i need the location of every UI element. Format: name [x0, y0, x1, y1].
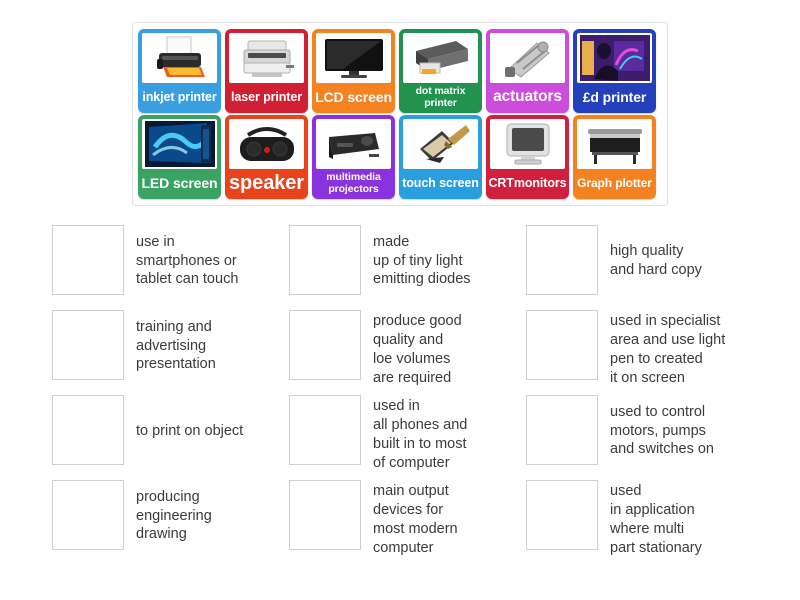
- answer-cell-2: made up of tiny light emitting diodes: [289, 220, 526, 305]
- tile-label: speaker: [229, 172, 304, 194]
- drop-zone[interactable]: [289, 395, 361, 465]
- tile-label: multimedia projectors: [326, 171, 381, 195]
- tile-multimedia-projectors[interactable]: multimedia projectors: [312, 115, 395, 199]
- tile-dot-matrix-printer[interactable]: dot matrix printer: [399, 29, 482, 113]
- drop-zone[interactable]: [289, 480, 361, 550]
- drop-zone[interactable]: [52, 480, 124, 550]
- tile-label: £d printer: [582, 89, 647, 106]
- tile-laser-printer[interactable]: laser printer: [225, 29, 308, 113]
- tile-led-screen[interactable]: LED screen: [138, 115, 221, 199]
- answer-label: to print on object: [136, 422, 244, 439]
- tile-row-2: LED screen speaker multimedia projectors…: [138, 115, 662, 199]
- led-screen-icon: [142, 119, 217, 169]
- answer-cell-12: used in application where multi part sta…: [526, 475, 752, 560]
- tile-row-1: inkjet printer laser printer LCD screen …: [138, 29, 662, 113]
- graph-plotter-icon: [577, 119, 652, 169]
- tile-label: Graph plotter: [577, 176, 652, 191]
- answer-cell-9: used to control motors, pumps and switch…: [526, 390, 752, 475]
- actuator-icon: [490, 33, 565, 83]
- draggable-tile-bank: inkjet printer laser printer LCD screen …: [132, 22, 668, 206]
- tile-label: LED screen: [141, 175, 218, 192]
- answer-label: used to control motors, pumps and switch…: [610, 403, 714, 458]
- tile-inkjet-printer[interactable]: inkjet printer: [138, 29, 221, 113]
- 3d-printer-icon: [577, 33, 652, 83]
- drop-zone[interactable]: [526, 480, 598, 550]
- laser-printer-icon: [229, 33, 304, 83]
- touch-screen-icon: [403, 119, 478, 169]
- drop-zone[interactable]: [289, 310, 361, 380]
- answer-label: high quality and hard copy: [610, 243, 702, 278]
- tile-label: actuators: [493, 88, 562, 106]
- tile-actuators[interactable]: actuators: [486, 29, 569, 113]
- tile-crt-monitors[interactable]: CRTmonitors: [486, 115, 569, 199]
- drop-zone[interactable]: [52, 310, 124, 380]
- tile-label: CRTmonitors: [488, 175, 567, 190]
- answer-cell-11: main output devices for most modern comp…: [289, 475, 526, 560]
- tile-3d-printer[interactable]: £d printer: [573, 29, 656, 113]
- tile-speaker[interactable]: speaker: [225, 115, 308, 199]
- drop-zone[interactable]: [52, 225, 124, 295]
- tile-label: LCD screen: [315, 89, 392, 106]
- drop-zone[interactable]: [526, 225, 598, 295]
- speaker-icon: [229, 119, 304, 169]
- projector-icon: [316, 119, 391, 169]
- answer-label: used in specialist area and use light pe…: [610, 313, 726, 386]
- dot-matrix-printer-icon: [403, 33, 478, 83]
- answer-label: training and advertising presentation: [136, 318, 216, 373]
- answer-label: producing engineering drawing: [136, 488, 212, 543]
- answer-cell-8: used in all phones and built in to most …: [289, 390, 526, 475]
- tile-label: laser printer: [231, 89, 302, 104]
- drop-zone[interactable]: [526, 310, 598, 380]
- tile-graph-plotter[interactable]: Graph plotter: [573, 115, 656, 199]
- drop-zone[interactable]: [52, 395, 124, 465]
- lcd-screen-icon: [316, 33, 391, 83]
- answer-cell-7: to print on object: [52, 390, 289, 475]
- answer-label: used in application where multi part sta…: [610, 483, 702, 556]
- answer-cell-4: training and advertising presentation: [52, 305, 289, 390]
- tile-label: touch screen: [402, 175, 479, 190]
- tile-label: dot matrix printer: [415, 85, 466, 109]
- tile-lcd-screen[interactable]: LCD screen: [312, 29, 395, 113]
- drop-zone[interactable]: [289, 225, 361, 295]
- answer-label: main output devices for most modern comp…: [373, 483, 458, 556]
- answer-label: produce good quality and loe volumes are…: [373, 313, 462, 386]
- answer-cell-5: produce good quality and loe volumes are…: [289, 305, 526, 390]
- answer-label: made up of tiny light emitting diodes: [373, 233, 471, 288]
- answer-cell-10: producing engineering drawing: [52, 475, 289, 560]
- answer-label: use in smartphones or tablet can touch: [136, 233, 239, 288]
- drop-zone[interactable]: [526, 395, 598, 465]
- matching-activity-page: inkjet printer laser printer LCD screen …: [0, 0, 800, 600]
- tile-touch-screen[interactable]: touch screen: [399, 115, 482, 199]
- inkjet-printer-icon: [142, 33, 217, 83]
- crt-monitor-icon: [490, 119, 565, 169]
- answer-cell-3: high quality and hard copy: [526, 220, 752, 305]
- tile-label: inkjet printer: [142, 89, 217, 104]
- answer-label: used in all phones and built in to most …: [373, 398, 468, 471]
- answer-cell-1: use in smartphones or tablet can touch: [52, 220, 289, 305]
- answer-grid: use in smartphones or tablet can touch m…: [52, 220, 752, 570]
- answer-cell-6: used in specialist area and use light pe…: [526, 305, 752, 390]
